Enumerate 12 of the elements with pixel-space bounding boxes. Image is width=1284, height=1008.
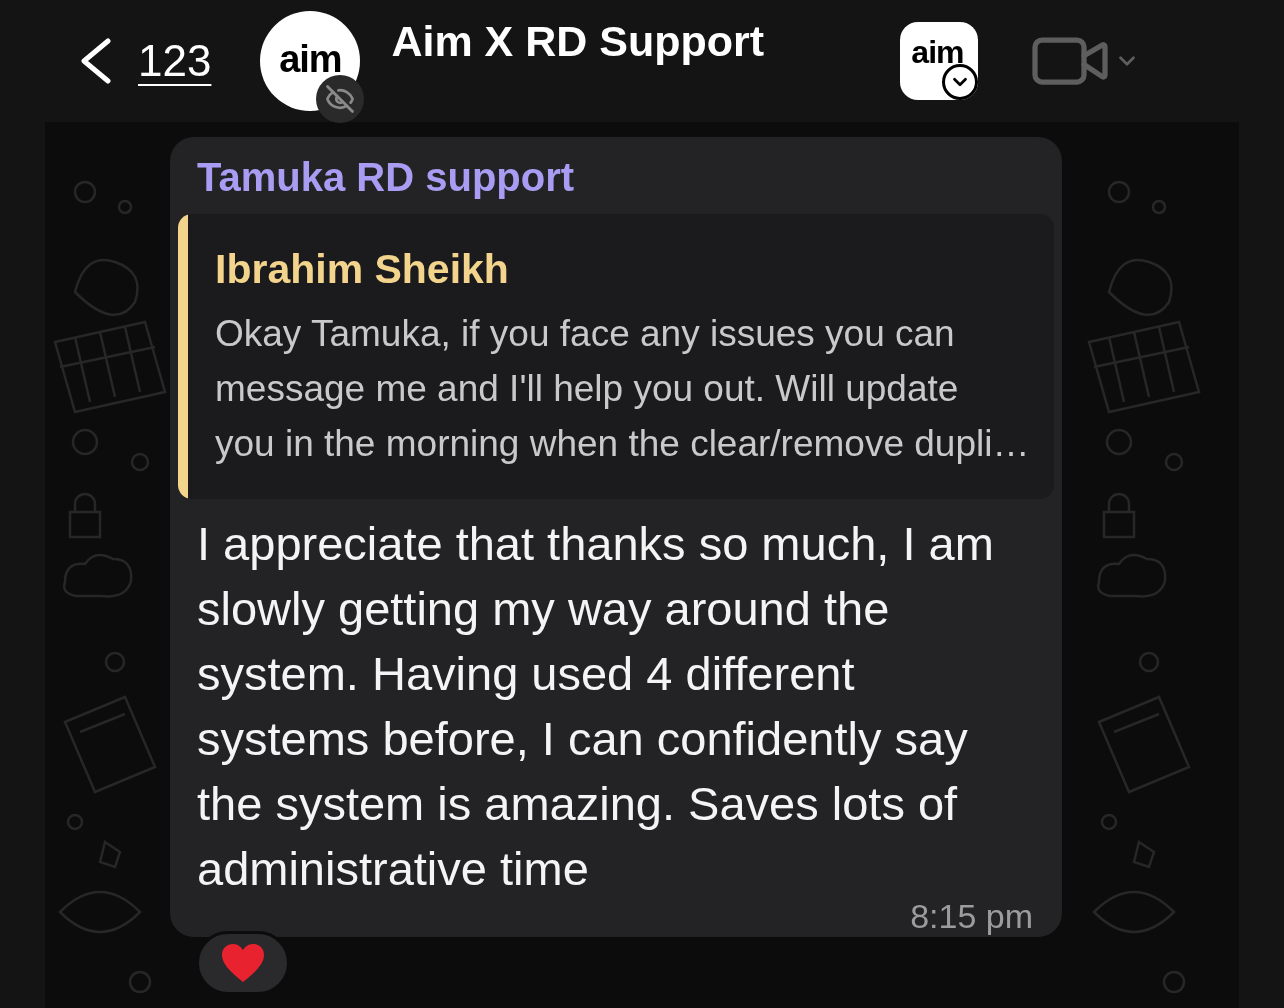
- chat-title[interactable]: Aim X RD Support: [391, 16, 765, 66]
- chevron-down-icon: [942, 64, 979, 100]
- message-text: I appreciate that thanks so much, I am slowly getting my way around the system. Having used 4 different systems before, I can confidently say the system is amazing. Saves lots of administrative time: [197, 516, 995, 897]
- quoted-message[interactable]: Ibrahim Sheikh Okay Tamuka, if you face any issues you can message me and I'll help you out. Will update you in the morning when the clear/remove dupli…: [178, 214, 1054, 499]
- eye-slash-icon: [316, 75, 365, 123]
- back-button[interactable]: 123: [80, 36, 212, 86]
- app-icon[interactable]: aim: [900, 22, 979, 100]
- heart-icon: [221, 943, 265, 983]
- sender-name[interactable]: Tamuka RD support: [197, 154, 575, 200]
- chevron-left-icon: [80, 38, 112, 84]
- quote-text: Okay Tamuka, if you face any issues you can message me and I'll help you out. Will update you in the morning when the clear/remove dupli…: [215, 312, 1030, 466]
- quote-author: Ibrahim Sheikh: [215, 246, 509, 292]
